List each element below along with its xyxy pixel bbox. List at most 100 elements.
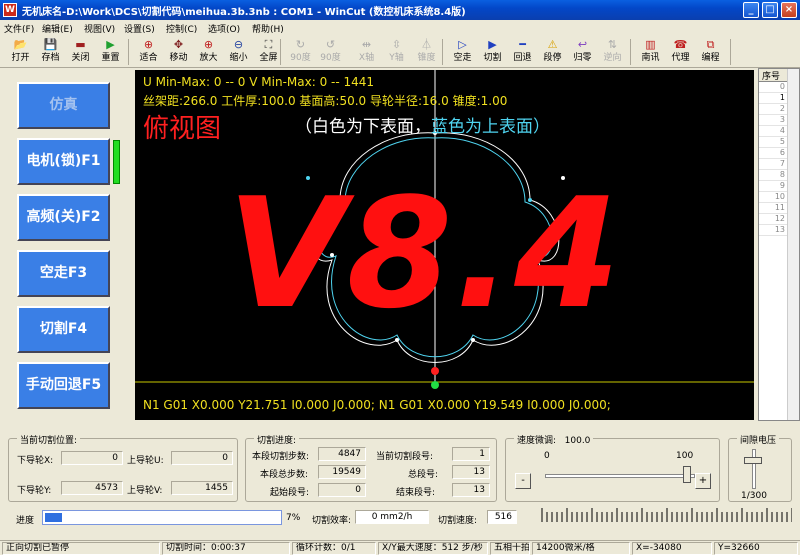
toolbar-button-21[interactable]: ☎ 代理	[666, 37, 695, 66]
speed-group-title: 速度微调: 100.0	[514, 433, 594, 446]
toolbar-label: 切割	[483, 53, 502, 63]
minimize-button[interactable]: _	[743, 2, 759, 18]
toolbar-button-7[interactable]: ⊖ 缩小	[224, 37, 253, 66]
sequence-list[interactable]: 序号 01N12345678910111213	[758, 68, 800, 421]
efficiency-label: 切割效率:	[312, 516, 352, 526]
close-file-icon: ▬	[75, 38, 86, 51]
cut-speed-value: 516	[487, 510, 517, 524]
toolbar-button-20[interactable]: ▥ 南讯	[636, 37, 665, 66]
toolbar-label: 缩小	[229, 53, 248, 63]
view-note-white: （白色为下表面，	[295, 117, 431, 137]
toolbar-button-18[interactable]: ↩ 归零	[568, 37, 597, 66]
toolbar-button-11[interactable]: ⇹ X轴	[352, 37, 381, 66]
toolbar-button-8[interactable]: ⛶ 全屏	[254, 37, 283, 66]
toolbar-separator	[442, 39, 443, 65]
toolbar-button-16[interactable]: ━ 回退	[508, 37, 537, 66]
toolbar-button-15[interactable]: ▶ 切割	[478, 37, 507, 66]
toolbar-button-10[interactable]: ↺ 90度	[316, 37, 345, 66]
high-freq-button[interactable]: 高频(关)F2	[17, 194, 110, 241]
toolbar-button-14[interactable]: ▷ 空走	[448, 37, 477, 66]
sequence-number: 3	[779, 115, 785, 124]
position-group-title: 当前切割位置:	[17, 433, 81, 446]
total-steps-label: 本段总步数:	[260, 470, 309, 480]
menu-item-5[interactable]: 选项(O)	[208, 22, 240, 35]
lower-x-label: 下导轮X:	[17, 456, 54, 466]
status-cell-5: 14200微米/格	[532, 542, 630, 555]
idle-run-button[interactable]: 空走F3	[17, 250, 110, 297]
status-cell-3: X/Y最大速度：512 步/秒	[378, 542, 488, 555]
menu-item-2[interactable]: 视图(V)	[84, 22, 115, 35]
app-icon[interactable]: W	[3, 3, 17, 17]
toolbar-button-3[interactable]: ▶ 重置	[96, 37, 125, 66]
speed-slider-thumb[interactable]	[683, 466, 691, 483]
sequence-number: 5	[779, 137, 785, 146]
toolbar-button-12[interactable]: ⇳ Y轴	[382, 37, 411, 66]
toolbar-button-5[interactable]: ✥ 移动	[164, 37, 193, 66]
close-button[interactable]: ×	[781, 2, 797, 18]
upper-u-label: 上导轮U:	[127, 456, 164, 466]
position-group: 当前切割位置: 下导轮X: 0 上导轮U: 0 下导轮Y: 4573 上导轮V:…	[8, 433, 238, 502]
toolbar-button-4[interactable]: ⊕ 适合	[134, 37, 163, 66]
menu-bar: 文件(F) 编辑(E) 视图(V) 设置(S) 控制(C) 选项(O) 帮助(H)	[0, 20, 800, 35]
simulate-button[interactable]: 仿真	[17, 82, 110, 129]
sequence-number: 2	[779, 104, 785, 113]
toolbar-label: X轴	[358, 53, 375, 63]
speed-title-text: 速度微调:	[517, 436, 557, 446]
lower-y-value: 4573	[61, 481, 123, 495]
toolbar-button-19[interactable]: ⇅ 逆向	[598, 37, 627, 66]
lower-x-value: 0	[61, 451, 123, 465]
maximize-button[interactable]: □	[762, 2, 778, 18]
speed-slider-track[interactable]	[545, 474, 695, 478]
gap-voltage-slider-track[interactable]	[752, 449, 756, 489]
sequence-list-scrollbar[interactable]	[787, 69, 799, 420]
progress-percent: 7%	[286, 513, 301, 523]
toolbar-button-6[interactable]: ⊕ 放大	[194, 37, 223, 66]
gap-voltage-slider-thumb[interactable]	[744, 457, 762, 464]
manual-back-button[interactable]: 手动回退F5	[17, 362, 110, 409]
sequence-number: 1	[779, 93, 785, 102]
motor-lock-button[interactable]: 电机(锁)F1	[17, 138, 110, 185]
home-zero-icon: ↩	[577, 38, 588, 51]
status-cell-0: 正向切割已暂停	[2, 542, 160, 555]
speed-minus-button[interactable]: -	[515, 473, 531, 489]
reset-icon: ▶	[106, 38, 115, 51]
toolbar-button-1[interactable]: 💾 存档	[36, 37, 65, 66]
menu-item-6[interactable]: 帮助(H)	[252, 22, 284, 35]
cur-seg-value: 1	[452, 447, 490, 461]
toolbar-button-2[interactable]: ▬ 关闭	[66, 37, 95, 66]
progress-label: 进度	[16, 516, 35, 526]
menu-item-4[interactable]: 控制(C)	[166, 22, 197, 35]
menu-item-0[interactable]: 文件(F)	[4, 22, 34, 35]
speed-plus-button[interactable]: +	[695, 473, 711, 489]
menu-item-3[interactable]: 设置(S)	[124, 22, 155, 35]
toolbar-label: 回退	[513, 53, 532, 63]
toolbar-button-0[interactable]: 📂 打开	[6, 37, 35, 66]
title-bar[interactable]: W 无机床名-D:\Work\DCS\切割代码\meihua.3b.3nb : …	[0, 0, 800, 20]
sequence-number: 13	[774, 225, 785, 234]
cut-button[interactable]: 切割F4	[17, 306, 110, 353]
taper-icon: ⏃	[421, 38, 432, 51]
status-cell-6: X=-34080	[632, 542, 712, 555]
toolbar-label: 段停	[543, 53, 562, 63]
sequence-number: 11	[774, 203, 785, 212]
toolbar-label: 逆向	[603, 53, 622, 63]
end-seg-label: 结束段号:	[396, 488, 436, 498]
speed-max-label: 100	[676, 451, 694, 461]
toolbar-label: 编程	[701, 53, 720, 63]
toolbar-label: 代理	[671, 53, 690, 63]
toolbar-button-9[interactable]: ↻ 90度	[286, 37, 315, 66]
current-position-marker	[431, 367, 439, 375]
drawing-canvas[interactable]: U Min-Max: 0 -- 0 V Min-Max: 0 -- 1441 丝…	[135, 70, 754, 420]
gap-voltage-value: 1/300	[741, 491, 767, 501]
toolbar-label: 南讯	[641, 53, 660, 63]
efficiency-value: 0 mm2/h	[355, 510, 429, 524]
toolbar-label: 全屏	[259, 53, 278, 63]
menu-item-1[interactable]: 编辑(E)	[42, 22, 73, 35]
back-icon: ━	[519, 38, 526, 51]
toolbar-button-22[interactable]: ⧉ 编程	[696, 37, 725, 66]
toolbar-button-17[interactable]: ⚠ 段停	[538, 37, 567, 66]
toolbar-button-13[interactable]: ⏃ 锥度	[412, 37, 441, 66]
progress-group: 切割进度: 本段切割步数: 4847 当前切割段号: 1 本段总步数: 1954…	[245, 433, 497, 502]
progress-bar	[42, 510, 282, 525]
progress-group-title: 切割进度:	[254, 433, 300, 446]
